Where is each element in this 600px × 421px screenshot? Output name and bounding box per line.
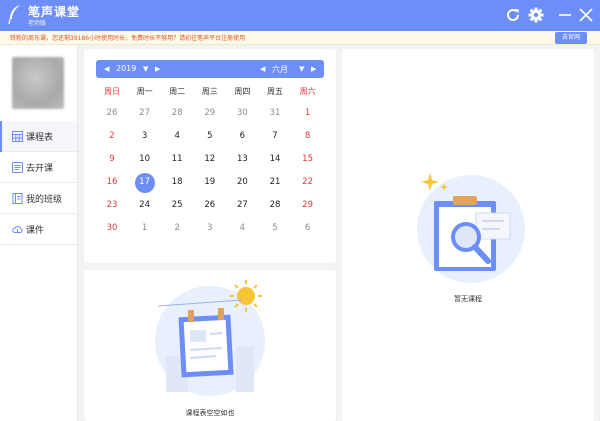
sidebar-item-label: 课件 xyxy=(26,226,45,236)
calendar-day[interactable]: 11 xyxy=(161,154,193,164)
calendar-day[interactable]: 31 xyxy=(259,108,291,118)
calendar-day[interactable]: 22 xyxy=(292,177,324,187)
calendar-day[interactable]: 26 xyxy=(96,108,128,118)
calendar-day[interactable]: 20 xyxy=(226,177,258,187)
weekday-header: 周二 xyxy=(169,87,186,96)
calendar-day[interactable]: 7 xyxy=(259,131,291,141)
calendar-header: ◀ 2019 ▼ ▶ ◀ 六月 ▼ ▶ xyxy=(96,60,324,78)
quill-logo-icon xyxy=(8,5,20,25)
weekday-header: 周六 xyxy=(299,87,316,96)
weekday-header: 周一 xyxy=(136,87,153,96)
courses-empty-card: 暂无课程 xyxy=(342,49,594,421)
calendar-day[interactable]: 8 xyxy=(292,131,324,141)
no-courses-label: 暂无课程 xyxy=(454,295,482,303)
no-courses-illustration xyxy=(417,173,525,283)
next-year-arrow-icon[interactable]: ▶ xyxy=(155,65,160,73)
sidebar-item-label: 我的班级 xyxy=(26,195,63,205)
calendar-day[interactable]: 1 xyxy=(129,223,161,233)
class-book-icon xyxy=(12,193,23,204)
calendar-day[interactable]: 27 xyxy=(226,200,258,210)
sidebar-item-courseware[interactable]: 课件 xyxy=(0,214,77,245)
close-icon[interactable] xyxy=(577,6,595,24)
weekday-header: 周日 xyxy=(104,87,120,96)
start-class-icon xyxy=(12,162,23,173)
official-site-button[interactable]: 去官网 xyxy=(555,32,587,44)
minimize-icon[interactable] xyxy=(556,6,574,24)
calendar-day[interactable]: 19 xyxy=(194,177,226,187)
calendar-day[interactable]: 18 xyxy=(161,177,193,187)
calendar-day[interactable]: 10 xyxy=(129,154,161,164)
sidebar: 课程表 去开课 我的班级 课件 xyxy=(0,45,78,421)
calendar-day[interactable]: 1 xyxy=(292,108,324,118)
month-dropdown-icon[interactable]: ▼ xyxy=(299,65,304,73)
title-bar: 笔声课堂 老师版 xyxy=(0,0,600,31)
prev-month-arrow-icon[interactable]: ◀ xyxy=(260,65,265,73)
cloud-courseware-icon xyxy=(12,225,23,233)
empty-schedule-illustration xyxy=(155,280,265,396)
notice-bar: 铁粉的周东课，您还剩39186小时使用时长，免费时长不够用？请初往笔声平台注册使… xyxy=(0,31,600,45)
refresh-icon[interactable] xyxy=(504,6,522,24)
month-label[interactable]: 六月 xyxy=(272,64,288,75)
calendar-card: ◀ 2019 ▼ ▶ ◀ 六月 ▼ ▶ 周日 周一 周二 周三 周四 周五 周六 26 27 2… xyxy=(84,49,336,263)
sidebar-item-start-class[interactable]: 去开课 xyxy=(0,152,77,183)
sidebar-item-label: 去开课 xyxy=(26,164,54,174)
calendar-day[interactable]: 9 xyxy=(96,154,128,164)
next-month-arrow-icon[interactable]: ▶ xyxy=(311,65,316,73)
calendar-day[interactable]: 30 xyxy=(96,223,128,233)
calendar-day[interactable]: 16 xyxy=(96,177,128,187)
calendar-day[interactable]: 28 xyxy=(161,108,193,118)
active-indicator xyxy=(0,121,2,152)
calendar-day[interactable]: 6 xyxy=(226,131,258,141)
calendar-day[interactable]: 15 xyxy=(292,154,324,164)
calendar-day-selected[interactable]: 17 xyxy=(129,177,161,187)
calendar-day[interactable]: 24 xyxy=(129,200,161,210)
calendar-day[interactable]: 30 xyxy=(226,108,258,118)
weekday-header: 周五 xyxy=(267,87,283,96)
calendar-day[interactable]: 2 xyxy=(96,131,128,141)
calendar-day[interactable]: 4 xyxy=(226,223,258,233)
calendar-day[interactable]: 6 xyxy=(292,223,324,233)
avatar[interactable] xyxy=(12,57,64,109)
notice-text: 铁粉的周东课，您还剩39186小时使用时长，免费时长不够用？请初往笔声平台注册使… xyxy=(10,35,246,42)
settings-gear-icon[interactable] xyxy=(527,6,545,24)
calendar-day[interactable]: 29 xyxy=(292,200,324,210)
calendar-day[interactable]: 4 xyxy=(161,131,193,141)
sidebar-item-schedule[interactable]: 课程表 xyxy=(0,121,77,152)
schedule-empty-card: 课程表空空如也 xyxy=(84,270,336,421)
calendar-day[interactable]: 21 xyxy=(259,177,291,187)
calendar-day[interactable]: 5 xyxy=(194,131,226,141)
calendar-day[interactable]: 28 xyxy=(259,200,291,210)
calendar-day[interactable]: 2 xyxy=(161,223,193,233)
schedule-empty-label: 课程表空空如也 xyxy=(185,409,235,417)
weekday-header: 周四 xyxy=(234,87,251,96)
calendar-day[interactable]: 25 xyxy=(161,200,193,210)
app-subtitle: 老师版 xyxy=(28,20,47,27)
calendar-day[interactable]: 3 xyxy=(194,223,226,233)
calendar-day[interactable]: 5 xyxy=(259,223,291,233)
calendar-day[interactable]: 3 xyxy=(129,131,161,141)
sidebar-item-my-class[interactable]: 我的班级 xyxy=(0,183,77,214)
year-dropdown-icon[interactable]: ▼ xyxy=(143,65,148,73)
calendar-day[interactable]: 14 xyxy=(259,154,291,164)
calendar-day[interactable]: 13 xyxy=(226,154,258,164)
sidebar-item-label: 课程表 xyxy=(26,133,54,143)
calendar-day[interactable]: 29 xyxy=(194,108,226,118)
calendar-day[interactable]: 23 xyxy=(96,200,128,210)
weekday-header: 周三 xyxy=(201,87,218,96)
year-label[interactable]: 2019 xyxy=(116,64,136,73)
calendar-day[interactable]: 12 xyxy=(194,154,226,164)
calendar-grid-icon xyxy=(12,131,23,142)
calendar-day[interactable]: 27 xyxy=(129,108,161,118)
calendar-day[interactable]: 26 xyxy=(194,200,226,210)
prev-year-arrow-icon[interactable]: ◀ xyxy=(104,65,109,73)
